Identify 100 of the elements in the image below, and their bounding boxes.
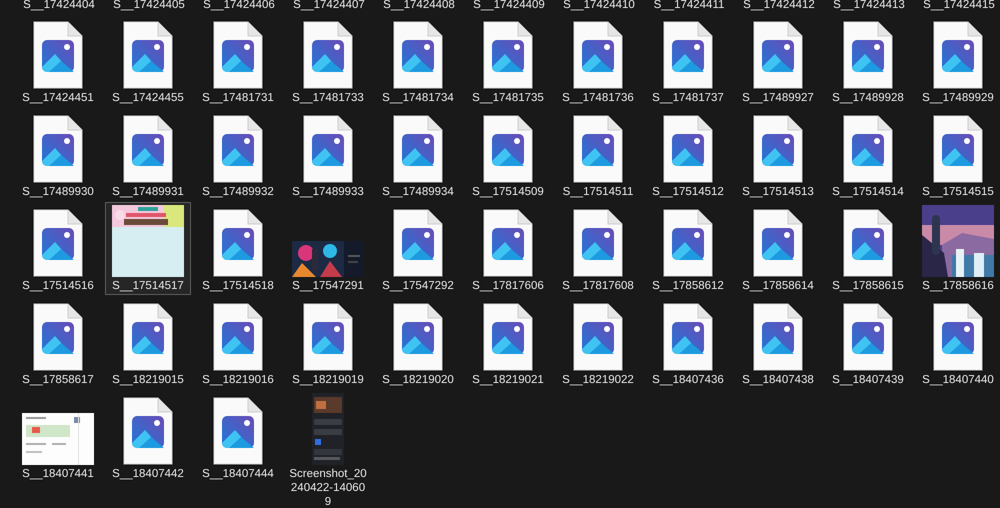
file-name: S__17489934: [381, 185, 455, 199]
image-file-icon: [213, 115, 263, 183]
file-item[interactable]: S__17514518: [195, 202, 281, 295]
file-name: S__17489931: [111, 185, 185, 199]
file-name: S__17424412: [743, 0, 815, 11]
file-item[interactable]: S__18407441: [15, 390, 101, 483]
file-item[interactable]: S__17489934: [375, 108, 461, 201]
file-name: S__18407438: [741, 373, 815, 387]
image-file-icon: [663, 303, 713, 371]
file-item[interactable]: S__17489931: [105, 108, 191, 201]
file-name: S__18407439: [831, 373, 905, 387]
file-name: S__17481735: [471, 91, 545, 105]
image-file-icon: [303, 21, 353, 89]
file-item[interactable]: S__18407438: [735, 296, 821, 389]
file-item[interactable]: S__17489932: [195, 108, 281, 201]
image-file-icon: [393, 21, 443, 89]
file-item[interactable]: S__17424451: [15, 14, 101, 107]
file-item[interactable]: S__17858617: [15, 296, 101, 389]
file-name: S__17858616: [921, 279, 995, 293]
file-item[interactable]: S__18219019: [285, 296, 371, 389]
image-file-icon: [213, 397, 263, 465]
file-name: S__18407440: [921, 373, 995, 387]
file-item[interactable]: S__17514514: [825, 108, 911, 201]
file-item[interactable]: S__17514516: [15, 202, 101, 295]
file-name: S__17424411: [654, 0, 724, 11]
file-item[interactable]: S__17514509: [465, 108, 551, 201]
file-item[interactable]: S__18407436: [645, 296, 731, 389]
file-item[interactable]: S__17489928: [825, 14, 911, 107]
file-name: S__17547291: [291, 279, 365, 293]
file-name: S__17514509: [471, 185, 545, 199]
file-name: S__17514516: [21, 279, 95, 293]
image-file-icon: [213, 209, 263, 277]
image-file-icon: [573, 115, 623, 183]
file-name: S__18407442: [111, 467, 185, 481]
file-item[interactable]: S__17858612: [645, 202, 731, 295]
image-file-icon: [33, 209, 83, 277]
image-file-icon: [213, 303, 263, 371]
file-item[interactable]: S__17514511: [555, 108, 641, 201]
file-item[interactable]: S__18407439: [825, 296, 911, 389]
file-item[interactable]: S__17858615: [825, 202, 911, 295]
file-name: S__17481731: [201, 91, 275, 105]
file-name: S__18219020: [381, 373, 455, 387]
file-name: S__17547292: [381, 279, 455, 293]
file-item[interactable]: S__17481735: [465, 14, 551, 107]
file-item[interactable]: S__18407442: [105, 390, 191, 483]
file-name: S__17424413: [833, 0, 905, 11]
file-name: S__17424410: [563, 0, 635, 11]
file-name: S__17514517: [111, 279, 185, 293]
file-item[interactable]: S__17481731: [195, 14, 281, 107]
file-item[interactable]: Screenshot_20240422-140609: [285, 390, 371, 508]
image-file-icon: [123, 397, 173, 465]
file-name: S__17514512: [651, 185, 725, 199]
file-item[interactable]: S__17481733: [285, 14, 371, 107]
image-file-icon: [393, 115, 443, 183]
file-name: S__17424405: [113, 0, 185, 11]
file-item[interactable]: S__17481737: [645, 14, 731, 107]
file-name: S__17481734: [381, 91, 455, 105]
image-file-icon: [933, 21, 983, 89]
file-name: S__17858614: [741, 279, 815, 293]
file-item[interactable]: S__17858614: [735, 202, 821, 295]
file-name: S__18219021: [471, 373, 545, 387]
image-file-icon: [933, 115, 983, 183]
image-file-icon: [303, 303, 353, 371]
file-item[interactable]: S__18407444: [195, 390, 281, 483]
image-file-icon: [933, 303, 983, 371]
file-item[interactable]: S__17547292: [375, 202, 461, 295]
image-file-icon: [483, 115, 533, 183]
file-item[interactable]: S__17817608: [555, 202, 641, 295]
file-item[interactable]: S__17489929: [915, 14, 1000, 107]
file-item[interactable]: S__17514513: [735, 108, 821, 201]
image-file-icon: [33, 115, 83, 183]
file-item[interactable]: S__17817606: [465, 202, 551, 295]
file-item[interactable]: S__17424455: [105, 14, 191, 107]
file-item[interactable]: S__17514515: [915, 108, 1000, 201]
file-item[interactable]: S__18407440: [915, 296, 1000, 389]
file-item[interactable]: S__17489927: [735, 14, 821, 107]
file-name: S__17424415: [923, 0, 995, 11]
file-item[interactable]: S__17489933: [285, 108, 371, 201]
file-name: S__18219015: [111, 373, 185, 387]
file-name: S__17489929: [921, 91, 995, 105]
file-name: S__17514513: [741, 185, 815, 199]
file-item[interactable]: S__17489930: [15, 108, 101, 201]
image-file-icon: [663, 115, 713, 183]
image-file-icon: [573, 209, 623, 277]
file-item[interactable]: S__17481736: [555, 14, 641, 107]
file-name: S__17858617: [21, 373, 95, 387]
file-item[interactable]: S__17514517: [105, 202, 191, 295]
image-file-icon: [663, 209, 713, 277]
file-item[interactable]: S__18219022: [555, 296, 641, 389]
file-item[interactable]: S__18219015: [105, 296, 191, 389]
file-item[interactable]: S__17514512: [645, 108, 731, 201]
file-item[interactable]: S__17858616: [915, 202, 1000, 295]
file-item[interactable]: S__18219020: [375, 296, 461, 389]
file-item[interactable]: S__17547291: [285, 202, 371, 295]
file-item[interactable]: S__18219016: [195, 296, 281, 389]
file-item[interactable]: S__17481734: [375, 14, 461, 107]
image-file-icon: [573, 303, 623, 371]
image-file-icon: [123, 21, 173, 89]
file-name: S__17489932: [201, 185, 275, 199]
file-item[interactable]: S__18219021: [465, 296, 551, 389]
